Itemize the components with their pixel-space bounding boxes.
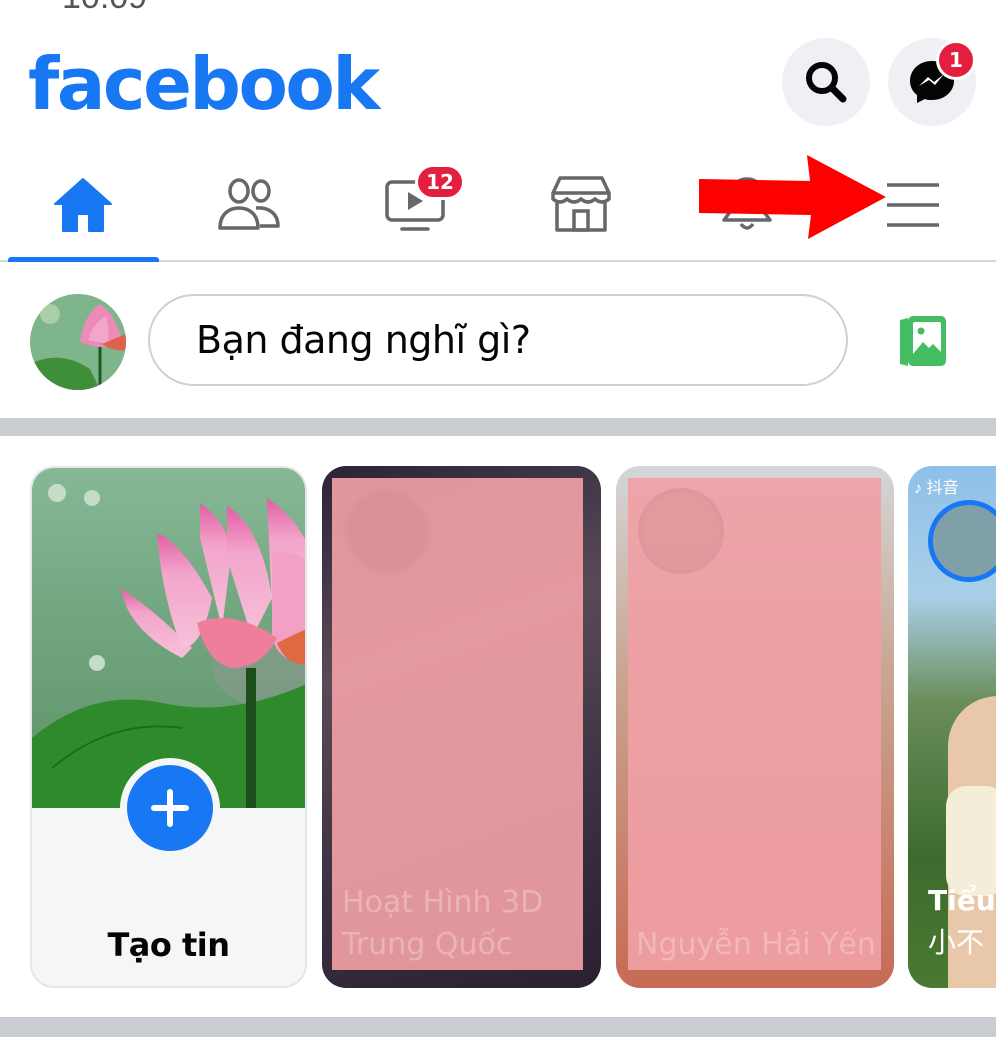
profile-avatar[interactable] [30, 294, 126, 390]
bell-icon [722, 177, 772, 230]
tiktok-watermark: ♪ 抖音 [914, 474, 958, 498]
store-icon [551, 176, 611, 232]
status-bar: 10:09 [0, 0, 996, 18]
lotus-photo [30, 294, 126, 390]
messenger-button[interactable]: 1 [888, 38, 976, 126]
status-time: 10:09 [62, 0, 147, 17]
active-tab-indicator [8, 257, 159, 262]
story-card[interactable]: ♪ 抖音 Tiểu 小不 [908, 466, 996, 988]
add-story-button[interactable] [120, 758, 220, 858]
search-button[interactable] [782, 38, 870, 126]
main-tab-bar: 12 [0, 150, 996, 262]
story-author-name: Hoạt Hình 3D Trung Quốc [342, 885, 544, 962]
tab-friends[interactable] [174, 150, 324, 260]
story-card[interactable]: Hoạt Hình 3D Trung Quốc [322, 466, 601, 988]
story-author-name: Nguyễn Hải Yến [636, 927, 876, 962]
tab-home[interactable] [8, 150, 158, 260]
story-name-line1: Tiểu [928, 884, 996, 917]
create-story-card[interactable]: Tạo tin [30, 466, 307, 988]
messenger-badge: 1 [936, 40, 976, 80]
tab-notifications[interactable] [672, 150, 822, 260]
story-card[interactable]: Nguyễn Hải Yến [616, 466, 894, 988]
home-icon [54, 178, 112, 232]
section-divider [0, 418, 996, 436]
status-composer-input[interactable]: Bạn đang nghĩ gì? [148, 294, 848, 386]
story-name-line2: 小不 [928, 926, 985, 959]
story-avatar [928, 500, 996, 582]
tab-menu[interactable] [838, 150, 988, 260]
search-icon [806, 62, 847, 103]
tab-watch[interactable]: 12 [340, 150, 490, 260]
photo-upload-button[interactable] [892, 312, 952, 372]
story-avatar [638, 488, 724, 574]
section-divider [0, 1017, 996, 1037]
story-avatar [344, 488, 430, 574]
friends-icon [218, 178, 280, 230]
facebook-logo[interactable]: facebook [28, 42, 380, 126]
create-story-photo [32, 468, 305, 808]
tab-marketplace[interactable] [506, 150, 656, 260]
facebook-home-screen: 10:09 facebook 1 [0, 0, 996, 1037]
story-author-name: Tiểu 小不 [928, 880, 996, 964]
create-story-label: Tạo tin [107, 926, 230, 964]
hamburger-menu-icon [887, 183, 939, 227]
tiktok-label: 抖音 [926, 480, 959, 497]
plus-icon [151, 789, 189, 827]
photo-icon [900, 316, 946, 366]
tiktok-icon: ♪ [914, 480, 922, 497]
watch-badge: 12 [415, 164, 465, 200]
